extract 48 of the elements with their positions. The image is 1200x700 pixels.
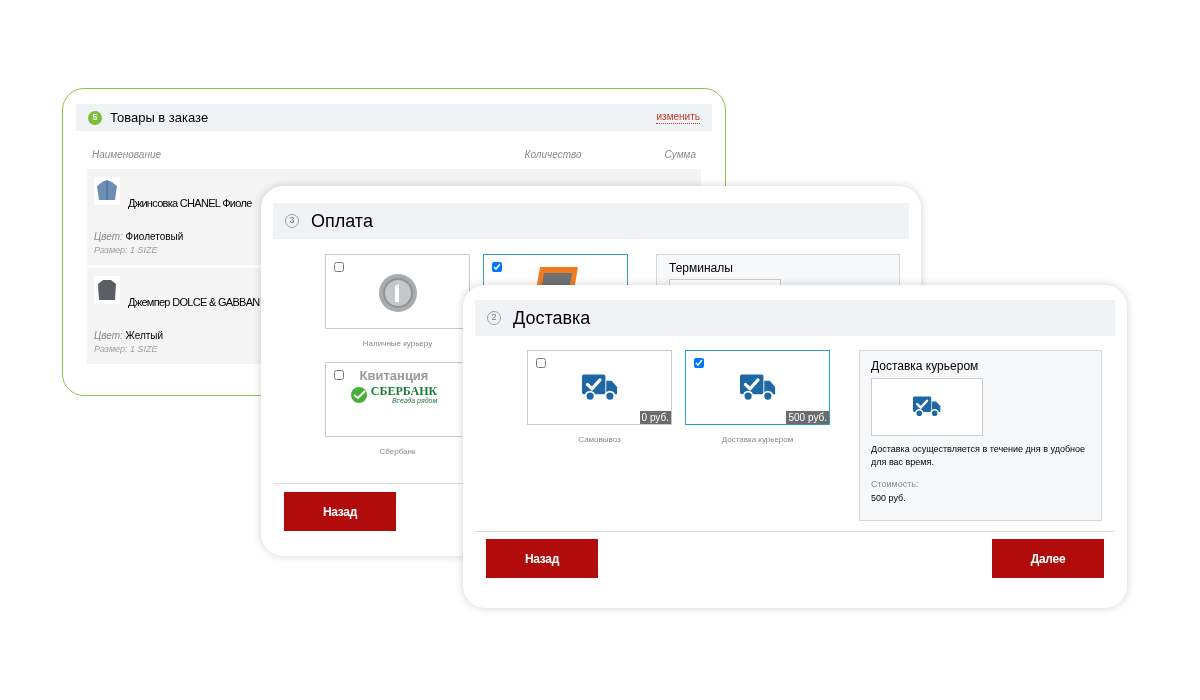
coin-icon <box>377 273 418 313</box>
option-checkbox[interactable] <box>536 358 546 368</box>
color-value: Желтый <box>125 330 164 341</box>
option-label: Наличные курьеру <box>362 338 433 350</box>
step-badge: 5 <box>88 110 102 125</box>
option-label: Сбербанк <box>379 446 416 458</box>
back-button[interactable]: Назад <box>284 492 396 531</box>
truck-icon <box>739 372 776 403</box>
column-header: Наименование <box>92 147 162 162</box>
jacket-icon <box>94 177 120 205</box>
option-checkbox[interactable] <box>334 370 344 380</box>
cost-label: Стоимость: <box>871 478 919 491</box>
section-title: Доставка <box>513 306 591 330</box>
column-header: Сумма <box>664 147 696 162</box>
section-title: Товары в заказе <box>110 108 209 127</box>
delivery-option[interactable]: 500 руб. <box>685 350 830 425</box>
column-header: Количество <box>524 147 583 162</box>
option-label: Самовывоз <box>578 434 621 446</box>
product-name: Джемпер DOLCE & GABBAN <box>128 294 260 310</box>
price-tag: 0 руб. <box>639 411 671 424</box>
payment-option[interactable] <box>325 254 470 329</box>
option-checkbox[interactable] <box>492 262 502 272</box>
cost-value: 500 руб. <box>871 491 906 505</box>
option-label: Доставка курьером <box>721 434 794 446</box>
bank-name: СБЕРБАНК <box>370 385 438 397</box>
section-title: Оплата <box>311 209 373 233</box>
delivery-option[interactable]: 0 руб. <box>527 350 672 425</box>
sweater-icon <box>94 276 120 304</box>
color-label: Цвет: <box>94 231 123 242</box>
back-button[interactable]: Назад <box>486 539 598 578</box>
bank-logo-icon <box>350 386 367 403</box>
payment-option[interactable] <box>483 254 628 285</box>
size-text: Размер: 1 SIZE <box>94 244 158 257</box>
panel-title: Терминалы <box>669 261 734 275</box>
color-label: Цвет: <box>94 330 123 341</box>
panel-title: Доставка курьером <box>871 358 980 375</box>
option-checkbox[interactable] <box>334 262 344 272</box>
option-checkbox[interactable] <box>694 358 704 368</box>
delivery-description: Доставка осуществляется в течение дня в удобное для вас время. <box>871 443 1087 469</box>
price-tag: 500 руб. <box>786 411 829 424</box>
edit-link[interactable]: изменить <box>656 110 700 125</box>
product-name: Джинсовка CHANEL Фиоле <box>128 195 252 211</box>
next-button[interactable]: Далее <box>992 539 1104 578</box>
color-value: Фиолетовый <box>125 231 184 242</box>
receipt-caption: Квитанция <box>359 369 429 382</box>
size-text: Размер: 1 SIZE <box>94 343 158 356</box>
truck-icon <box>913 396 941 418</box>
truck-icon <box>581 372 618 403</box>
